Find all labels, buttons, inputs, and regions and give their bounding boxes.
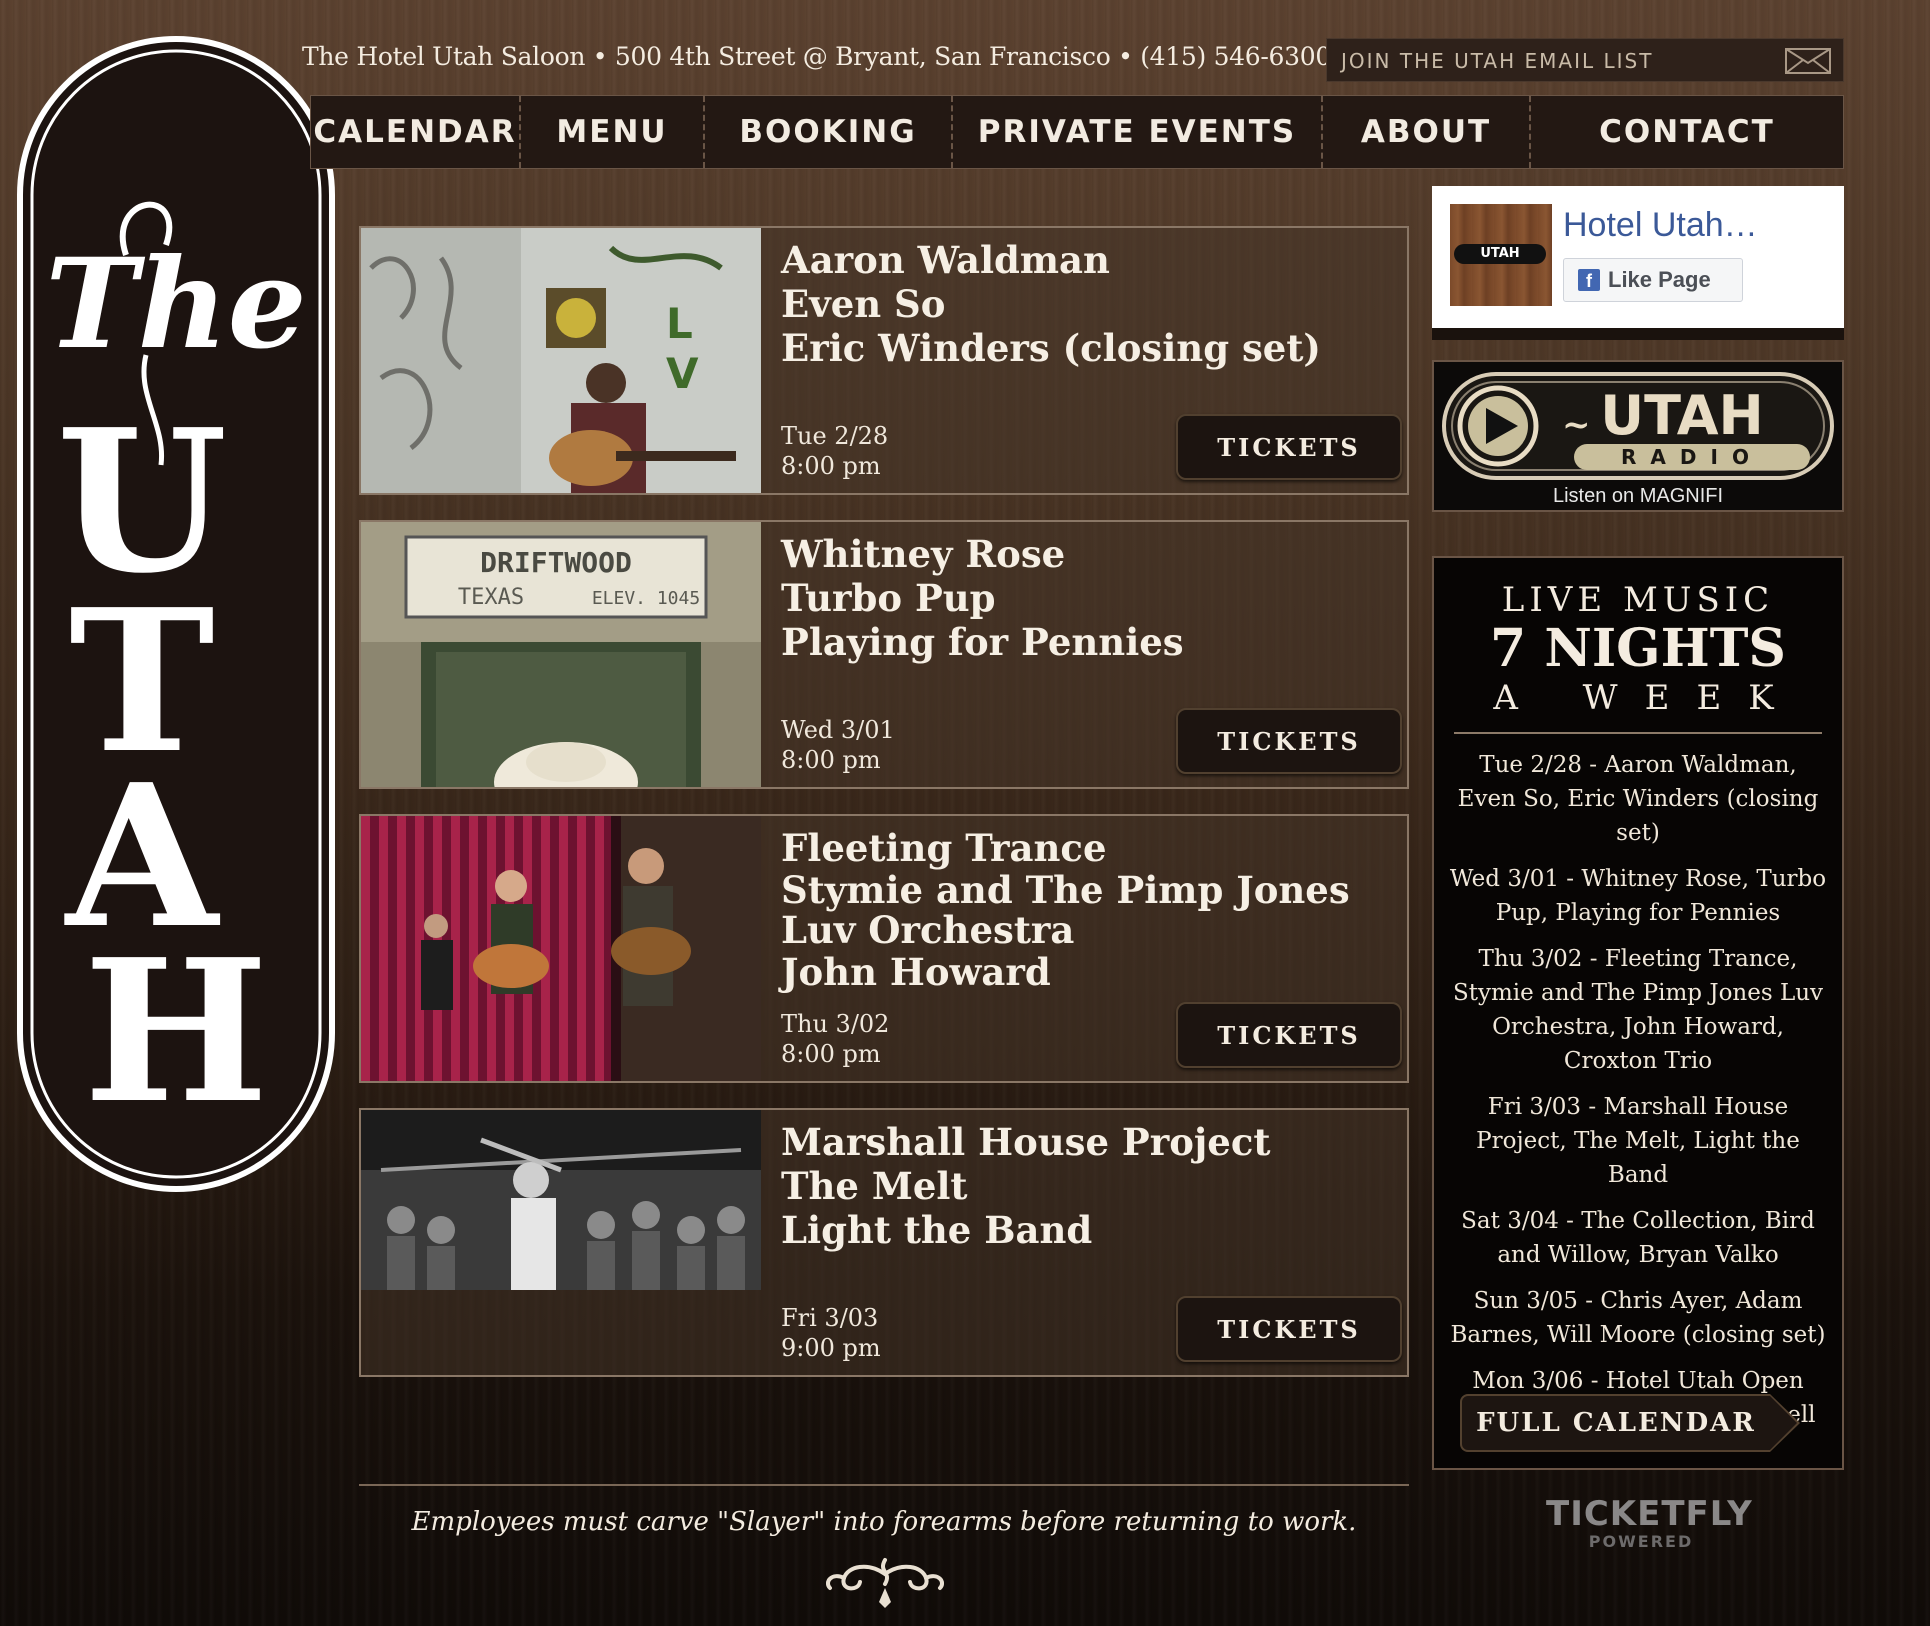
logo-the-text: The bbox=[45, 232, 306, 377]
footer-divider bbox=[359, 1484, 1409, 1486]
radio-listen-on: Listen on MAGNIFI bbox=[1553, 485, 1723, 507]
event-band[interactable]: John Howard bbox=[781, 950, 1401, 994]
nav-menu[interactable]: MENU bbox=[521, 96, 705, 168]
upcoming-listings: Tue 2/28 - Aaron Waldman, Even So, Eric … bbox=[1448, 748, 1828, 1444]
listing-item[interactable]: Sat 3/04 - The Collection, Bird and Will… bbox=[1448, 1204, 1828, 1272]
event-datetime: Tue 2/28 8:00 pm bbox=[781, 421, 888, 481]
event-band[interactable]: Stymie and The Pimp Jones Luv Orchestra bbox=[781, 870, 1401, 950]
event-date: Tue 2/28 bbox=[781, 422, 889, 450]
listing-item[interactable]: Fri 3/03 - Marshall House Project, The M… bbox=[1448, 1090, 1828, 1192]
envelope-icon[interactable] bbox=[1785, 48, 1831, 74]
facebook-page-name[interactable]: Hotel Utah… bbox=[1563, 206, 1758, 245]
event-datetime: Fri 3/03 9:00 pm bbox=[781, 1303, 881, 1363]
ticketfly-logo: TICKETFLY bbox=[1546, 1494, 1753, 1534]
facebook-like-button[interactable]: f Like Page bbox=[1563, 258, 1743, 302]
facebook-page-thumbnail[interactable]: UTAH bbox=[1450, 204, 1552, 306]
event-lineup: Aaron Waldman Even So Eric Winders (clos… bbox=[781, 238, 1401, 370]
event-time: 8:00 pm bbox=[781, 452, 881, 480]
main-nav: CALENDAR MENU BOOKING PRIVATE EVENTS ABO… bbox=[310, 95, 1844, 169]
full-calendar-button[interactable]: FULL CALENDAR bbox=[1460, 1394, 1800, 1452]
event-card[interactable]: L V Aaron Waldman Even So Eric Winders (… bbox=[359, 226, 1409, 495]
listing-item[interactable]: Sun 3/05 - Chris Ayer, Adam Barnes, Will… bbox=[1448, 1284, 1828, 1352]
photo-sign-texas: TEXAS bbox=[458, 585, 524, 610]
seven-nights-heading: 7 NIGHTS bbox=[1490, 618, 1786, 679]
event-photo-aaron-waldman[interactable]: L V bbox=[361, 228, 761, 493]
footer-tagline: Employees must carve "Slayer" into forea… bbox=[411, 1507, 1357, 1537]
listing-item[interactable]: Tue 2/28 - Aaron Waldman, Even So, Eric … bbox=[1448, 748, 1828, 850]
photo-sign-elev: ELEV. 1045 bbox=[592, 588, 700, 609]
tickets-button[interactable]: TICKETS bbox=[1176, 1296, 1402, 1362]
a-week-heading: A WEEK bbox=[1493, 678, 1801, 718]
event-band[interactable]: Even So bbox=[781, 282, 1401, 326]
event-photo-whitney-rose[interactable]: DRIFTWOOD TEXAS ELEV. 1045 bbox=[361, 522, 761, 787]
event-band[interactable]: The Melt bbox=[781, 1164, 1401, 1208]
event-photo-marshall-house-project[interactable] bbox=[361, 1110, 761, 1290]
event-date: Wed 3/01 bbox=[781, 716, 895, 744]
ticketfly-powered-badge[interactable]: TICKETFLY POWERED bbox=[1546, 1494, 1753, 1551]
event-photo-fleeting-trance[interactable] bbox=[361, 816, 761, 1081]
event-lineup: Whitney Rose Turbo Pup Playing for Penni… bbox=[781, 532, 1401, 664]
ticketfly-powered-label: POWERED bbox=[1588, 1532, 1694, 1551]
nav-contact[interactable]: CONTACT bbox=[1531, 96, 1843, 168]
email-list-signup[interactable]: JOIN THE UTAH EMAIL LIST bbox=[1326, 38, 1844, 82]
divider bbox=[1454, 732, 1822, 734]
flourish-icon bbox=[825, 1558, 945, 1608]
event-date: Fri 3/03 bbox=[781, 1304, 879, 1332]
event-band[interactable]: Whitney Rose bbox=[781, 532, 1401, 576]
event-band[interactable]: Aaron Waldman bbox=[781, 238, 1401, 282]
live-music-heading: LIVE MUSIC bbox=[1501, 580, 1775, 620]
svg-text:V: V bbox=[666, 349, 699, 398]
listing-item[interactable]: Wed 3/01 - Whitney Rose, Turbo Pup, Play… bbox=[1448, 862, 1828, 930]
event-card[interactable]: Fleeting Trance Stymie and The Pimp Jone… bbox=[359, 814, 1409, 1083]
nav-booking[interactable]: BOOKING bbox=[705, 96, 953, 168]
event-date: Thu 3/02 bbox=[781, 1010, 890, 1038]
event-time: 8:00 pm bbox=[781, 1040, 881, 1068]
event-band[interactable]: Eric Winders (closing set) bbox=[781, 326, 1401, 370]
event-card[interactable]: DRIFTWOOD TEXAS ELEV. 1045 Whitney Rose … bbox=[359, 520, 1409, 789]
event-datetime: Thu 3/02 8:00 pm bbox=[781, 1009, 889, 1069]
event-band[interactable]: Light the Band bbox=[781, 1208, 1401, 1252]
event-lineup: Marshall House Project The Melt Light th… bbox=[781, 1120, 1401, 1252]
live-music-panel: LIVE MUSIC 7 NIGHTS A WEEK Tue 2/28 - Aa… bbox=[1432, 556, 1844, 1470]
tickets-button[interactable]: TICKETS bbox=[1176, 414, 1402, 480]
listing-item[interactable]: Thu 3/02 - Fleeting Trance, Stymie and T… bbox=[1448, 942, 1828, 1078]
event-band[interactable]: Playing for Pennies bbox=[781, 620, 1401, 664]
event-datetime: Wed 3/01 8:00 pm bbox=[781, 715, 895, 775]
facebook-icon: f bbox=[1578, 269, 1600, 291]
svg-text:L: L bbox=[666, 299, 693, 348]
event-lineup: Fleeting Trance Stymie and The Pimp Jone… bbox=[781, 826, 1401, 994]
email-list-label: JOIN THE UTAH EMAIL LIST bbox=[1341, 49, 1654, 73]
event-band[interactable]: Marshall House Project bbox=[781, 1120, 1401, 1164]
logo-utah-text: U T A H bbox=[56, 387, 295, 1147]
nav-about[interactable]: ABOUT bbox=[1323, 96, 1531, 168]
logo-letter-h: H bbox=[83, 917, 268, 1147]
event-band[interactable]: Turbo Pup bbox=[781, 576, 1401, 620]
tickets-button[interactable]: TICKETS bbox=[1176, 708, 1402, 774]
facebook-like-label: Like Page bbox=[1608, 267, 1711, 292]
utah-radio-banner[interactable]: ~ UTAH RADIO Listen on MAGNIFI bbox=[1432, 360, 1844, 512]
play-icon[interactable] bbox=[1457, 385, 1539, 467]
radio-title: UTAH bbox=[1600, 384, 1763, 447]
tickets-button[interactable]: TICKETS bbox=[1176, 1002, 1402, 1068]
event-band[interactable]: Fleeting Trance bbox=[781, 826, 1401, 870]
event-time: 8:00 pm bbox=[781, 746, 881, 774]
radio-subtitle: RADIO bbox=[1621, 445, 1763, 469]
event-time: 9:00 pm bbox=[781, 1334, 881, 1362]
the-utah-logo[interactable]: The U T A H bbox=[16, 35, 336, 1193]
nav-private-events[interactable]: PRIVATE EVENTS bbox=[953, 96, 1323, 168]
facebook-thumb-label: UTAH bbox=[1454, 244, 1546, 264]
svg-text:~: ~ bbox=[1562, 405, 1591, 445]
photo-sign-driftwood: DRIFTWOOD bbox=[480, 546, 632, 579]
nav-calendar[interactable]: CALENDAR bbox=[311, 96, 521, 168]
facebook-widget: UTAH Hotel Utah… f Like Page bbox=[1432, 186, 1844, 340]
venue-address: The Hotel Utah Saloon • 500 4th Street @… bbox=[302, 42, 1331, 71]
event-card[interactable]: Marshall House Project The Melt Light th… bbox=[359, 1108, 1409, 1377]
